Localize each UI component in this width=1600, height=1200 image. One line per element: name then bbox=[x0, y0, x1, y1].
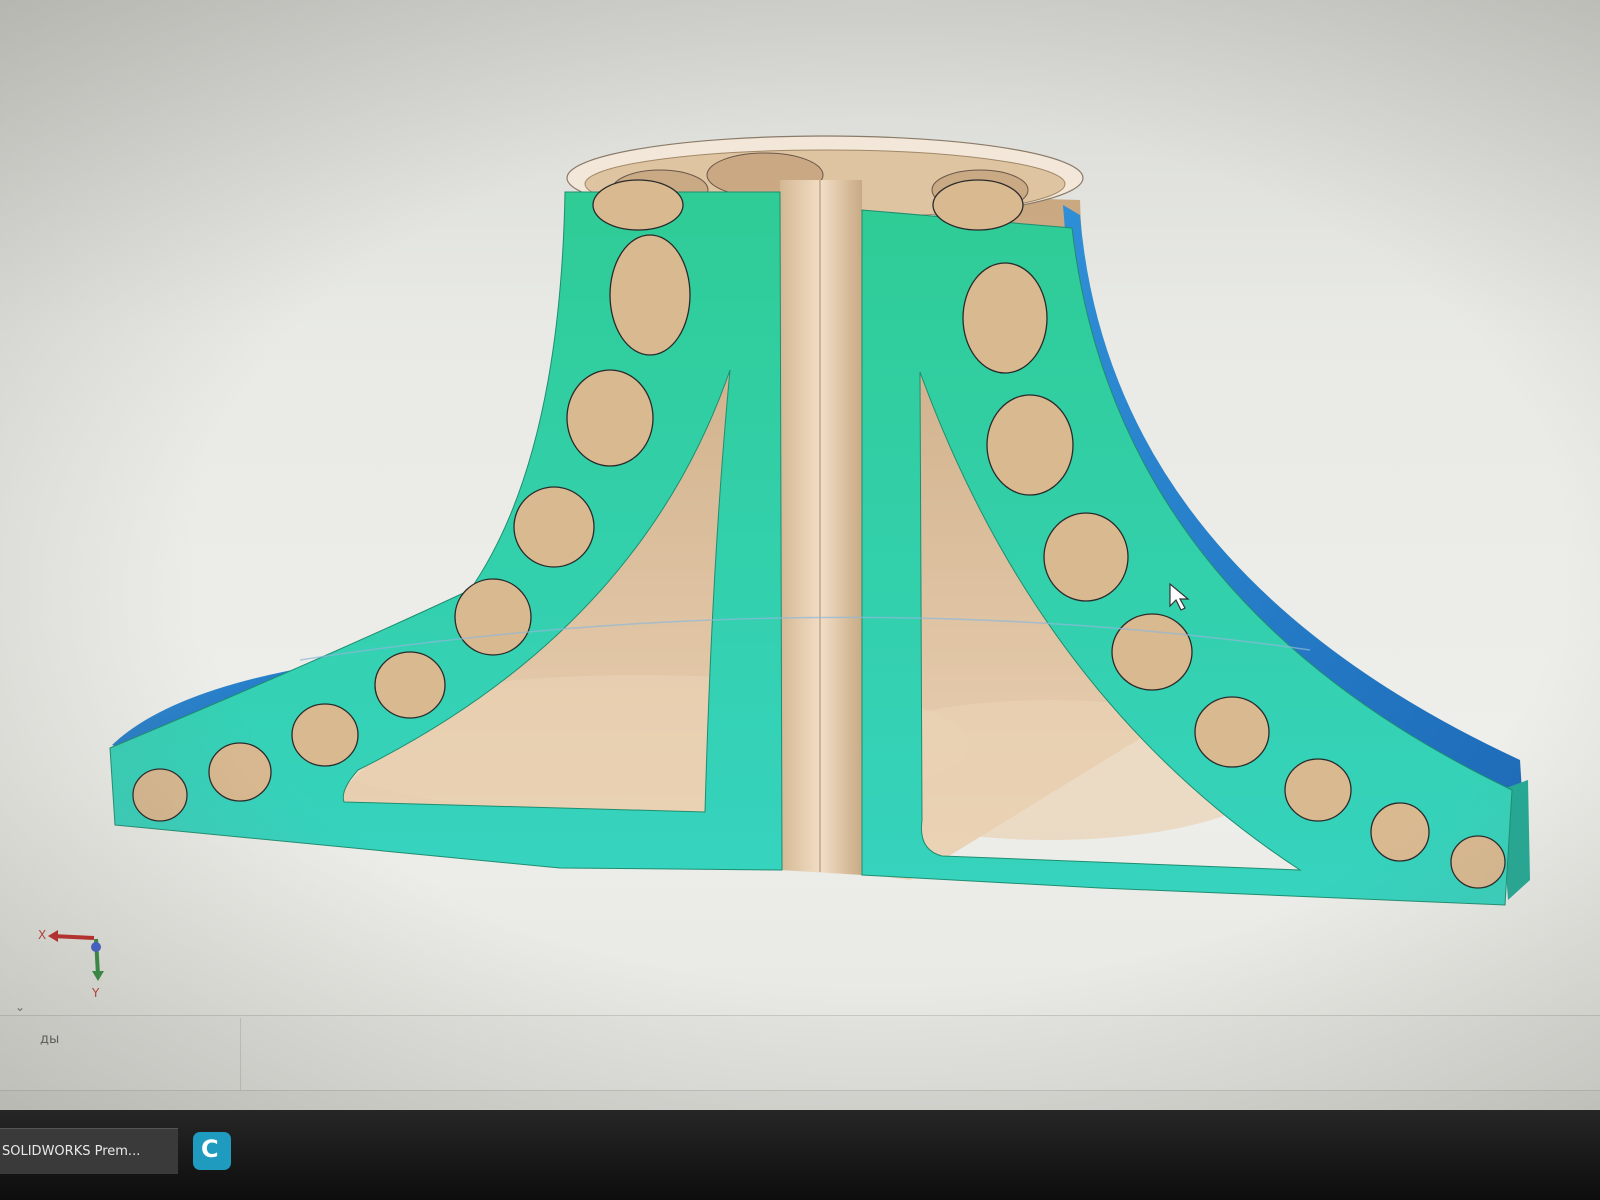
mouse-cursor-icon bbox=[1169, 582, 1190, 611]
screen: X Y ⌄ ды bbox=[0, 0, 1600, 1110]
taskbar-item-solidworks[interactable]: SOLIDWORKS Prem... bbox=[0, 1128, 178, 1174]
model-view[interactable] bbox=[0, 0, 1600, 1010]
triad-y-label: Y bbox=[91, 986, 100, 1000]
status-bar bbox=[0, 1090, 1600, 1110]
collapse-chevron-icon[interactable]: ⌄ bbox=[15, 1000, 31, 1014]
coordinate-triad: X Y bbox=[38, 928, 104, 1000]
bottom-panel-tabs bbox=[0, 1018, 241, 1090]
panel-tab-label[interactable]: ды bbox=[40, 1032, 59, 1047]
c-app-icon[interactable]: C bbox=[193, 1132, 231, 1170]
triad-x-label: X bbox=[38, 928, 46, 942]
taskbar bbox=[0, 1110, 1600, 1200]
graphics-viewport[interactable]: X Y bbox=[0, 0, 1600, 1010]
center-shaft bbox=[780, 180, 862, 875]
